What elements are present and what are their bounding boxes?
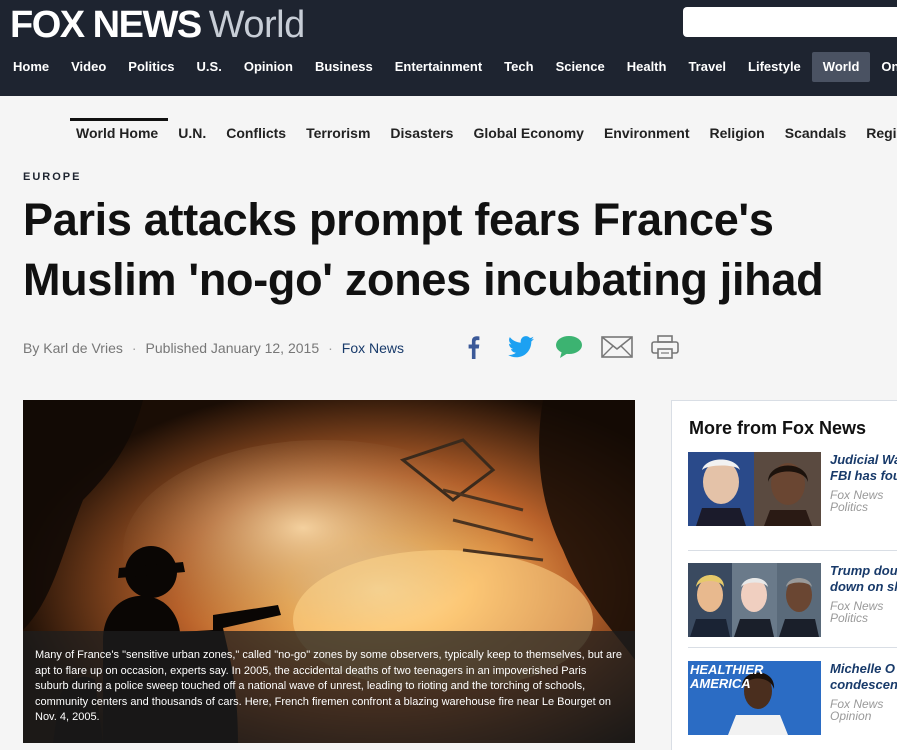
byline-published: Published January 12, 2015 bbox=[145, 340, 320, 356]
sidebar-story[interactable]: Judicial Wa FBI has fou Fox News Politic… bbox=[688, 452, 897, 530]
sidebar-story[interactable]: HEALTHIER AMERICA Michelle O condescen F… bbox=[688, 661, 897, 739]
nav-on-air[interactable]: On Air bbox=[870, 52, 897, 82]
byline-separator: · bbox=[328, 340, 333, 356]
subnav-terrorism[interactable]: Terrorism bbox=[296, 118, 380, 148]
nav-entertainment[interactable]: Entertainment bbox=[384, 52, 493, 82]
story-title-line[interactable]: Judicial Wa bbox=[830, 452, 897, 468]
site-header: FOX NEWS World Home Video Politics U.S. … bbox=[0, 0, 897, 96]
story-title-line[interactable]: FBI has fou bbox=[830, 468, 897, 484]
nav-us[interactable]: U.S. bbox=[186, 52, 233, 82]
hero-image: Many of France's "sensitive urban zones,… bbox=[23, 400, 635, 743]
more-from-sidebar: More from Fox News Judicial Wa FBI has f… bbox=[671, 400, 897, 750]
logo-section: World bbox=[208, 4, 306, 46]
print-icon[interactable] bbox=[642, 332, 688, 362]
story-title-line[interactable]: condescen bbox=[830, 677, 897, 693]
sidebar-story[interactable]: Trump dou down on sl Fox News Politics bbox=[688, 563, 897, 641]
article-kicker[interactable]: EUROPE bbox=[23, 171, 81, 183]
article-headline: Paris attacks prompt fears France's Musl… bbox=[23, 194, 824, 305]
site-logo[interactable]: FOX NEWS World bbox=[10, 4, 306, 46]
subnav-world-home[interactable]: World Home bbox=[70, 118, 169, 148]
nav-business[interactable]: Business bbox=[304, 52, 384, 82]
story-title-line[interactable]: Michelle O bbox=[830, 661, 897, 677]
logo-brand: FOX NEWS bbox=[10, 4, 202, 46]
nav-opinion[interactable]: Opinion bbox=[233, 52, 304, 82]
nav-video[interactable]: Video bbox=[60, 52, 117, 82]
subnav-scandals[interactable]: Scandals bbox=[775, 118, 856, 148]
nav-lifestyle[interactable]: Lifestyle bbox=[737, 52, 812, 82]
share-toolbar bbox=[450, 332, 690, 362]
story-category: Politics bbox=[830, 611, 869, 625]
hero-caption: Many of France's "sensitive urban zones,… bbox=[23, 631, 635, 743]
story-title-line[interactable]: Trump dou bbox=[830, 563, 897, 579]
main-nav: Home Video Politics U.S. Opinion Busines… bbox=[0, 52, 897, 82]
sidebar-divider bbox=[688, 647, 897, 648]
byline-source[interactable]: Fox News bbox=[342, 340, 404, 356]
twitter-icon[interactable] bbox=[498, 332, 544, 362]
nav-science[interactable]: Science bbox=[545, 52, 616, 82]
subnav-conflicts[interactable]: Conflicts bbox=[216, 118, 296, 148]
subnav-global-economy[interactable]: Global Economy bbox=[463, 118, 593, 148]
thumb-overlay-text: HEALTHIER AMERICA bbox=[690, 662, 764, 691]
story-thumbnail[interactable] bbox=[688, 563, 821, 637]
facebook-icon[interactable] bbox=[450, 332, 496, 362]
byline-separator: · bbox=[131, 340, 137, 356]
nav-politics[interactable]: Politics bbox=[117, 52, 185, 82]
subnav-regions[interactable]: Regions bbox=[856, 118, 897, 148]
story-title-line[interactable]: down on sl bbox=[830, 579, 897, 595]
nav-world[interactable]: World bbox=[811, 52, 871, 82]
story-thumbnail[interactable]: HEALTHIER AMERICA bbox=[688, 661, 821, 735]
email-icon[interactable] bbox=[594, 332, 640, 362]
byline-author[interactable]: By Karl de Vries bbox=[23, 340, 123, 356]
subnav-religion[interactable]: Religion bbox=[700, 118, 775, 148]
subnav-disasters[interactable]: Disasters bbox=[380, 118, 463, 148]
sidebar-title: More from Fox News bbox=[689, 418, 867, 438]
subnav-environment[interactable]: Environment bbox=[594, 118, 700, 148]
nav-travel[interactable]: Travel bbox=[677, 52, 737, 82]
nav-tech[interactable]: Tech bbox=[493, 52, 544, 82]
section-nav: World Home U.N. Conflicts Terrorism Disa… bbox=[70, 118, 897, 148]
comment-icon[interactable] bbox=[546, 332, 592, 362]
nav-home[interactable]: Home bbox=[0, 52, 60, 82]
search-input[interactable] bbox=[683, 7, 897, 37]
subnav-un[interactable]: U.N. bbox=[168, 118, 216, 148]
story-category: Politics bbox=[830, 500, 869, 514]
sidebar-divider bbox=[688, 550, 897, 551]
nav-health[interactable]: Health bbox=[616, 52, 678, 82]
story-thumbnail[interactable] bbox=[688, 452, 821, 526]
story-category: Opinion bbox=[830, 709, 872, 723]
byline: By Karl de Vries · Published January 12,… bbox=[23, 340, 404, 356]
